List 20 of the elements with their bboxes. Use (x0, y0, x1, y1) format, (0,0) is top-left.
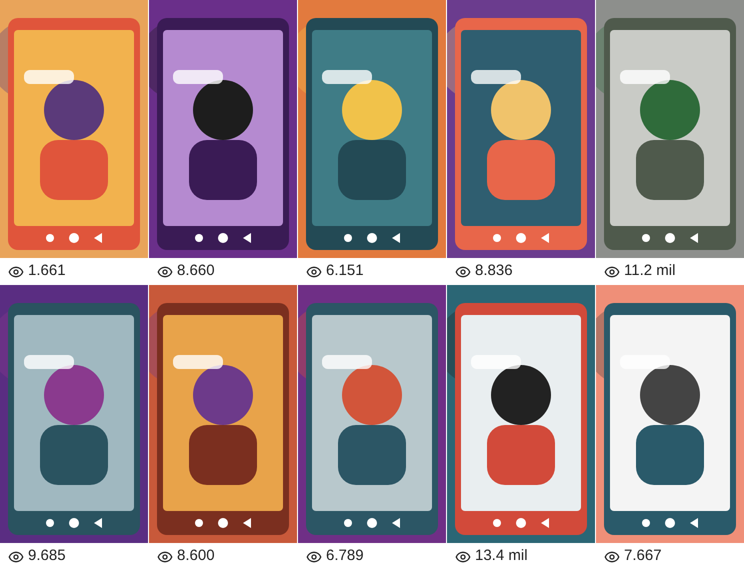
view-count: 11.2 mil (624, 261, 676, 282)
view-count: 6.789 (326, 546, 364, 566)
eye-icon (455, 548, 471, 564)
eye-icon (604, 264, 620, 280)
view-count: 6.151 (326, 261, 364, 282)
view-count: 1.661 (28, 261, 66, 282)
view-count: 9.685 (28, 546, 66, 566)
eye-icon (455, 264, 471, 280)
eye-icon (157, 548, 173, 564)
eye-icon (306, 264, 322, 280)
view-count: 8.600 (177, 546, 215, 566)
view-count: 7.667 (624, 546, 662, 566)
view-count: 8.660 (177, 261, 215, 282)
eye-icon (8, 548, 24, 564)
eye-icon (157, 264, 173, 280)
view-count: 13.4 mil (475, 546, 528, 566)
view-count: 8.836 (475, 261, 513, 282)
eye-icon (604, 548, 620, 564)
eye-icon (306, 548, 322, 564)
eye-icon (8, 264, 24, 280)
